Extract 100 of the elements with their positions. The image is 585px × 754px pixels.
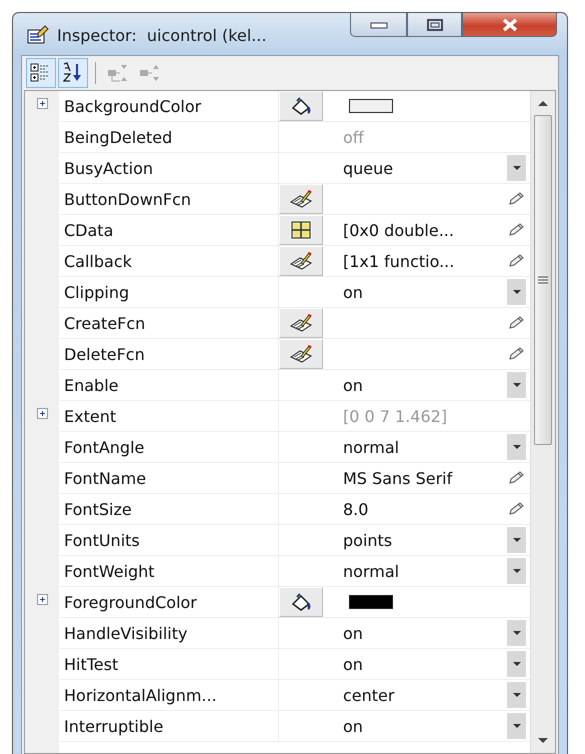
collapse-all-icon: [107, 62, 129, 84]
dropdown-button[interactable]: [507, 682, 526, 708]
property-name: CreateFcn: [64, 314, 146, 332]
minimize-icon: [370, 20, 388, 28]
property-name: FontSize: [64, 500, 132, 518]
expand-icon[interactable]: [36, 98, 48, 109]
dropdown-button[interactable]: [507, 558, 526, 584]
sort-ascending-button[interactable]: [58, 58, 88, 88]
paint-bucket-button[interactable]: [279, 587, 323, 617]
caret-icon: [512, 289, 522, 295]
property-name: ForegroundColor: [64, 592, 197, 612]
paint-bucket-button[interactable]: [279, 91, 323, 121]
property-value: queue: [343, 158, 394, 178]
expand-icon[interactable]: [36, 408, 48, 419]
property-name: BackgroundColor: [64, 96, 202, 116]
property-value: off: [343, 128, 364, 146]
caret-icon: [512, 661, 522, 667]
pencil-icon[interactable]: [508, 223, 524, 237]
property-name: CData: [64, 220, 114, 240]
scrollbar[interactable]: [530, 91, 555, 753]
pen-paper-icon: [289, 344, 313, 364]
caret-icon: [512, 444, 522, 450]
property-name: Extent: [64, 406, 116, 426]
inspector-icon: [27, 25, 49, 45]
pencil-icon[interactable]: [508, 471, 524, 485]
property-value: normal: [343, 438, 400, 456]
pencil-icon[interactable]: [508, 502, 524, 516]
pen-paper-button[interactable]: [279, 246, 323, 276]
property-name: BeingDeleted: [64, 128, 172, 146]
property-value: normal: [343, 562, 400, 580]
caret-icon: [512, 692, 522, 698]
property-name: Interruptible: [64, 716, 164, 736]
minimize-button[interactable]: [350, 13, 407, 37]
dropdown-button[interactable]: [507, 713, 526, 739]
dropdown-button[interactable]: [507, 651, 526, 677]
maximize-icon: [426, 18, 442, 30]
grid-icon: [289, 220, 313, 240]
property-value: on: [343, 376, 363, 394]
property-name: FontWeight: [64, 562, 155, 580]
property-name: DeleteFcn: [64, 344, 145, 364]
color-swatch[interactable]: [349, 595, 393, 609]
property-value: [1x1 functio...: [343, 252, 454, 270]
property-name: HorizontalAlignm...: [64, 686, 217, 704]
scroll-down-icon[interactable]: [536, 737, 550, 745]
property-value: on: [343, 654, 363, 674]
dropdown-button[interactable]: [507, 155, 526, 181]
scrollbar-thumb[interactable]: [534, 115, 552, 445]
scroll-up-icon[interactable]: [536, 99, 550, 107]
grid-button[interactable]: [279, 215, 323, 245]
dropdown-button[interactable]: [507, 620, 526, 646]
property-value: on: [343, 624, 363, 642]
property-name: HitTest: [64, 654, 118, 674]
paint-bucket-icon: [289, 592, 313, 612]
dropdown-button[interactable]: [507, 279, 526, 305]
pencil-icon[interactable]: [508, 192, 524, 206]
maximize-button[interactable]: [407, 13, 462, 37]
dropdown-button[interactable]: [507, 527, 526, 553]
dropdown-button[interactable]: [507, 372, 526, 398]
caret-icon: [512, 165, 522, 171]
property-value: [0x0 double...: [343, 220, 454, 240]
property-name: FontName: [64, 468, 146, 488]
pen-paper-button[interactable]: [279, 339, 323, 369]
pencil-icon[interactable]: [508, 254, 524, 268]
pen-paper-icon: [289, 189, 313, 209]
caret-icon: [512, 630, 522, 636]
pen-paper-button[interactable]: [279, 184, 323, 214]
pencil-icon[interactable]: [508, 347, 524, 361]
caret-icon: [512, 568, 522, 574]
pen-paper-icon: [289, 313, 313, 333]
property-name: BusyAction: [64, 158, 154, 178]
property-value: on: [343, 282, 363, 302]
property-value: center: [343, 686, 394, 704]
caret-icon: [512, 537, 522, 543]
property-name: HandleVisibility: [64, 624, 188, 642]
sort-ascending-icon: [62, 62, 84, 84]
property-name: FontAngle: [64, 438, 144, 456]
color-swatch[interactable]: [349, 99, 393, 113]
pen-paper-button[interactable]: [279, 308, 323, 338]
property-value: MS Sans Serif: [343, 468, 452, 488]
property-value: points: [343, 530, 392, 550]
pencil-icon[interactable]: [508, 316, 524, 330]
caret-icon: [512, 382, 522, 388]
expand-icon[interactable]: [36, 594, 48, 605]
caret-icon: [512, 723, 522, 729]
categorized-button[interactable]: [26, 58, 56, 88]
property-name: Callback: [64, 252, 132, 270]
property-value: 8.0: [343, 500, 368, 518]
property-name: FontUnits: [64, 530, 140, 550]
close-button[interactable]: [462, 13, 557, 37]
property-value: [0 0 7 1.462]: [343, 406, 448, 426]
grip-icon: [537, 275, 549, 285]
property-value: on: [343, 716, 363, 736]
dropdown-button[interactable]: [507, 434, 526, 460]
property-name: ButtonDownFcn: [64, 190, 192, 208]
property-name: Enable: [64, 376, 118, 394]
pen-paper-icon: [289, 251, 313, 271]
paint-bucket-icon: [289, 96, 313, 116]
window-title: Inspector: uicontrol (kel...: [57, 26, 267, 44]
close-icon: [500, 18, 518, 32]
property-name: Clipping: [64, 282, 130, 302]
